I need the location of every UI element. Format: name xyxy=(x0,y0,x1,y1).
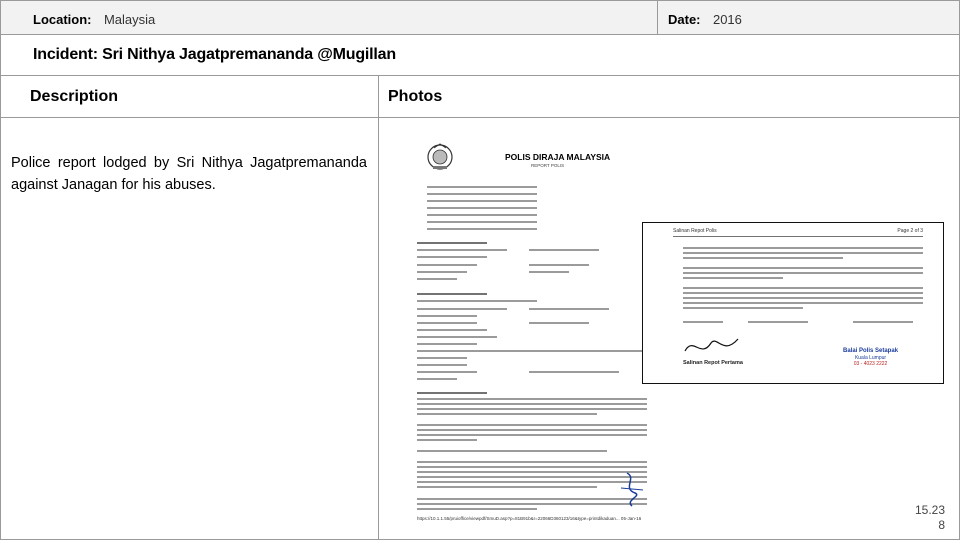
date-value: 2016 xyxy=(712,12,742,27)
police-stamp: Balai Polis Setapak Kuala Lumpur 03 - 40… xyxy=(843,348,898,367)
incident-row: Incident: Sri Nithya Jagatpremananda @Mu… xyxy=(0,34,960,76)
page-number-line-1: 15.23 xyxy=(914,503,945,517)
location-value: Malaysia xyxy=(103,12,156,27)
overlay-header-right: Page 2 of 3 xyxy=(897,228,923,234)
description-header: Description xyxy=(30,88,119,105)
page-number-line-2: 8 xyxy=(938,518,945,532)
report-page-two-image: Salinan Repot Polis Page 2 of 3 Salinan … xyxy=(643,223,943,383)
report-title: POLIS DIRAJA MALAYSIA xyxy=(505,152,611,162)
incident-title: Incident: Sri Nithya Jagatpremananda @Mu… xyxy=(33,46,396,63)
date-label: Date: xyxy=(668,12,701,27)
stamp-line-3: 03 - 4023 2222 xyxy=(853,361,888,367)
overlay-header-left: Salinan Repot Polis xyxy=(673,228,717,234)
signature-icon xyxy=(620,472,644,507)
location-cell: Location: Malaysia xyxy=(0,0,658,35)
signature-icon xyxy=(684,338,739,352)
description-header-cell: Description xyxy=(0,75,379,118)
police-report-image: POLIS DIRAJA MALAYSIA REPORT POLIS https… xyxy=(389,138,651,533)
police-crest-icon xyxy=(427,143,453,170)
date-cell: Date: 2016 xyxy=(657,0,960,35)
photos-header: Photos xyxy=(388,88,443,105)
page-number: 15.23 8 xyxy=(915,503,945,533)
photos-cell: POLIS DIRAJA MALAYSIA REPORT POLIS https… xyxy=(378,117,960,540)
report-subtitle: REPORT POLIS xyxy=(531,163,565,168)
description-text: Police report lodged by Sri Nithya Jagat… xyxy=(11,155,367,193)
description-cell: Police report lodged by Sri Nithya Jagat… xyxy=(0,117,379,540)
stamp-line-1: Balai Polis Setapak xyxy=(843,348,899,354)
photos-header-cell: Photos xyxy=(378,75,960,118)
location-label: Location: xyxy=(33,12,92,27)
overlay-footer-label: Salinan Repot Pertama xyxy=(683,360,743,366)
report-footer: https://10.1.1.55/pruioffice/viewpdf/Smu… xyxy=(417,516,642,521)
